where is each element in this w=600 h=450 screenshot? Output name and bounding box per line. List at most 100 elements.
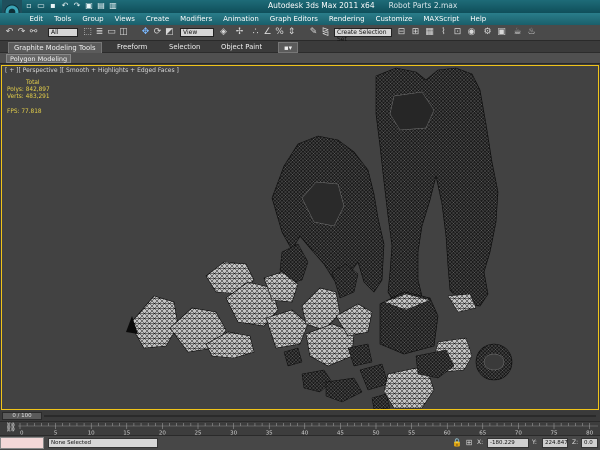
- absolute-mode-icon[interactable]: ⊞: [464, 438, 474, 448]
- stats-polys: Polys: 842,897: [7, 87, 50, 94]
- align-icon[interactable]: ⊟: [396, 27, 407, 38]
- menu-animation[interactable]: Animation: [218, 13, 265, 25]
- menu-views[interactable]: Views: [109, 13, 140, 25]
- time-slider-handle[interactable]: 0 / 100: [2, 412, 42, 420]
- rectangular-selection-icon[interactable]: ▭: [106, 27, 117, 38]
- project-folder-icon[interactable]: ▥: [108, 1, 118, 11]
- tab-freeform[interactable]: Freeform: [112, 42, 152, 53]
- pivot-center-icon[interactable]: ◈: [218, 27, 229, 38]
- new-file-icon[interactable]: ▫: [24, 1, 34, 11]
- quick-access-toolbar: ▫ ▭ ▪ ↶ ↷ ▣ ▤ ▥: [24, 1, 118, 12]
- graphite-toggle-icon[interactable]: ▦: [424, 27, 435, 38]
- title-bar: ▫ ▭ ▪ ↶ ↷ ▣ ▤ ▥ Autodesk 3ds Max 2011 x6…: [0, 0, 600, 24]
- robot-legs-right-mesh[interactable]: [375, 67, 499, 313]
- angle-snap-icon[interactable]: ∠: [262, 27, 273, 38]
- scene-render: [126, 67, 513, 409]
- stats-verts: Verts: 483,291: [7, 94, 50, 101]
- scale-icon[interactable]: ◩: [164, 27, 175, 38]
- y-coord-field[interactable]: 224.847: [542, 438, 568, 448]
- menu-graph-editors[interactable]: Graph Editors: [264, 13, 323, 25]
- z-coord-field[interactable]: 0.0: [581, 438, 598, 448]
- named-selection-dropdown[interactable]: Create Selection Set: [334, 28, 392, 43]
- select-manipulate-icon[interactable]: ✢: [234, 27, 245, 38]
- redo-toolbar-icon[interactable]: ↷: [16, 27, 27, 38]
- move-icon[interactable]: ✥: [140, 27, 151, 38]
- maxscript-listener[interactable]: [0, 437, 44, 449]
- save-file-icon[interactable]: ▪: [48, 1, 58, 11]
- ribbon-options-dropdown-icon[interactable]: ▪▾: [278, 42, 299, 53]
- time-slider-track[interactable]: [44, 415, 596, 417]
- open-file-icon[interactable]: ▭: [36, 1, 46, 11]
- window-crossing-icon[interactable]: ◫: [118, 27, 129, 38]
- menu-tools[interactable]: Tools: [49, 13, 77, 25]
- track-bar: ⛓ 0 5 10 15 20 25 30 35 40 45 50 55 60 65 70 75 80: [0, 421, 600, 436]
- window-title: Autodesk 3ds Max 2011 x64 Robot Parts 2.m…: [268, 1, 457, 10]
- scene-statistics: Total Polys: 842,897 Verts: 483,291 FPS:…: [7, 80, 50, 116]
- fps-label: FPS:: [7, 109, 20, 115]
- time-slider: 0 / 100: [0, 411, 600, 421]
- render-iterative-icon[interactable]: ♨: [526, 27, 537, 38]
- reference-coordinate-dropdown[interactable]: View: [180, 28, 214, 37]
- stats-total-label: Total: [26, 80, 40, 86]
- polys-value: 842,897: [25, 87, 50, 93]
- ribbon-tabs: Graphite Modeling Tools Freeform Selecti…: [0, 41, 600, 53]
- spinner-snap-icon[interactable]: ⇕: [286, 27, 297, 38]
- tab-object-paint[interactable]: Object Paint: [216, 42, 267, 53]
- fps-value: 77.818: [21, 109, 42, 115]
- percent-snap-icon[interactable]: %: [274, 27, 285, 38]
- fetch-icon[interactable]: ▤: [96, 1, 106, 11]
- z-coord-label: Z:: [572, 439, 579, 446]
- tab-graphite-modeling-tools[interactable]: Graphite Modeling Tools: [8, 42, 102, 53]
- rotate-icon[interactable]: ⟳: [152, 27, 163, 38]
- menu-create[interactable]: Create: [140, 13, 174, 25]
- mirror-icon[interactable]: ⧎: [320, 27, 331, 38]
- menu-help[interactable]: Help: [465, 13, 492, 25]
- snaps-toggle-icon[interactable]: ∴: [250, 27, 261, 38]
- stats-fps: FPS: 77.818: [7, 109, 50, 116]
- menu-customize[interactable]: Customize: [370, 13, 418, 25]
- hold-icon[interactable]: ▣: [84, 1, 94, 11]
- status-bar: None Selected 🔒 ⊞ X: -180.229 Y: 224.847…: [0, 435, 600, 450]
- tab-selection[interactable]: Selection: [164, 42, 205, 53]
- menu-modifiers[interactable]: Modifiers: [175, 13, 218, 25]
- verts-label: Verts:: [7, 94, 24, 100]
- undo-icon[interactable]: ↶: [60, 1, 70, 11]
- select-object-icon[interactable]: ⬚: [82, 27, 93, 38]
- y-coord-label: Y:: [532, 439, 537, 446]
- app-name: Autodesk 3ds Max 2011 x64: [268, 1, 375, 10]
- robot-torso-left-mesh[interactable]: [271, 135, 385, 299]
- lock-selection-icon[interactable]: 🔒: [452, 438, 462, 448]
- timeline-ruler[interactable]: 0 5 10 15 20 25 30 35 40 45 50 55 60 65 70 75 80: [18, 422, 598, 436]
- main-toolbar: ↶ ↷ ⚯ All ⬚ ≣ ▭ ◫ ✥ ⟳ ◩ View ◈ ✢ ∴ ∠ % ⇕…: [0, 25, 600, 43]
- mini-curve-editor-icon[interactable]: ⛓: [5, 423, 16, 433]
- select-by-name-icon[interactable]: ≣: [94, 27, 105, 38]
- menu-bar: Edit Tools Group Views Create Modifiers …: [0, 13, 600, 25]
- edit-named-selection-icon[interactable]: ✎: [308, 27, 319, 38]
- render-production-icon[interactable]: ☕: [512, 27, 523, 38]
- menu-edit[interactable]: Edit: [24, 13, 49, 25]
- viewport-label[interactable]: [ + ][ Perspective ][ Smooth + Highlight…: [5, 67, 179, 74]
- selection-status: None Selected: [48, 438, 158, 448]
- menu-maxscript[interactable]: MAXScript: [418, 13, 465, 25]
- rendered-frame-icon[interactable]: ▣: [496, 27, 507, 38]
- polygon-modeling-panel[interactable]: Polygon Modeling: [6, 54, 72, 63]
- ribbon-panel-bar: Polygon Modeling: [0, 53, 600, 64]
- select-link-icon[interactable]: ⚯: [28, 27, 39, 38]
- material-editor-icon[interactable]: ◉: [466, 27, 477, 38]
- schematic-view-icon[interactable]: ⊡: [452, 27, 463, 38]
- redo-icon[interactable]: ↷: [72, 1, 82, 11]
- menu-group[interactable]: Group: [77, 13, 109, 25]
- x-coord-label: X:: [477, 439, 484, 446]
- app-window: ▫ ▭ ▪ ↶ ↷ ▣ ▤ ▥ Autodesk 3ds Max 2011 x6…: [0, 0, 600, 450]
- perspective-viewport[interactable]: [ + ][ Perspective ][ Smooth + Highlight…: [1, 65, 599, 410]
- layer-manager-icon[interactable]: ⊞: [410, 27, 421, 38]
- polys-label: Polys:: [7, 87, 24, 93]
- menu-rendering[interactable]: Rendering: [323, 13, 370, 25]
- verts-value: 483,291: [25, 94, 50, 100]
- render-setup-icon[interactable]: ⚙: [482, 27, 493, 38]
- selection-filter-dropdown[interactable]: All: [48, 28, 78, 37]
- curve-editor-icon[interactable]: ⌇: [438, 27, 449, 38]
- undo-toolbar-icon[interactable]: ↶: [4, 27, 15, 38]
- x-coord-field[interactable]: -180.229: [487, 438, 529, 448]
- file-name: Robot Parts 2.max: [388, 1, 458, 10]
